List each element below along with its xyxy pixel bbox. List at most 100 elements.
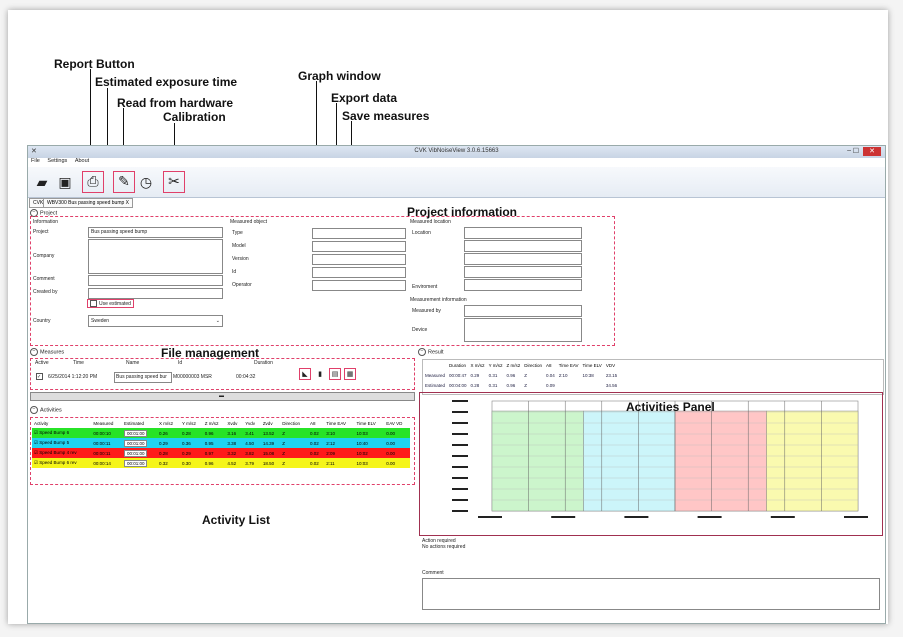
result-cell: 0.09 bbox=[546, 382, 555, 388]
result-cell: Z bbox=[524, 372, 527, 378]
activity-band bbox=[583, 410, 676, 512]
y-tick-label bbox=[452, 466, 468, 468]
result-comment-label: Comment bbox=[422, 570, 444, 576]
result-header-row: Duration X m/s2 Y m/s2 Z m/s2 Direction A8 Tim… bbox=[423, 360, 619, 370]
printer-icon[interactable]: ⎙ bbox=[82, 171, 104, 193]
result-col-1: X m/s2 bbox=[470, 362, 485, 368]
read-hardware-icon[interactable]: ✎ bbox=[113, 171, 135, 193]
stopwatch-icon[interactable]: ◷ bbox=[137, 173, 155, 191]
result-section-header[interactable]: − Result bbox=[418, 348, 444, 356]
callout-read-hardware: Read from hardware bbox=[117, 96, 234, 110]
result-cell: 0.96 bbox=[506, 382, 516, 388]
title-bar: ✕ CVK VibNoiseView 3.0.6.15663 – ☐ ✕ bbox=[28, 146, 885, 158]
result-cell: 0.28 bbox=[470, 382, 480, 388]
result-cell: 2:10 bbox=[558, 372, 568, 378]
callout-file-management: File management bbox=[161, 346, 260, 360]
file-management-highlight bbox=[30, 358, 415, 390]
splitter-arrow-icon[interactable]: ▬ bbox=[219, 393, 224, 399]
result-cell: 0.29 bbox=[470, 372, 480, 378]
result-row: Estimated 00:04:00 0.28 0.31 0.96 Z 0.09 34.56 bbox=[423, 380, 619, 390]
result-cell: 0.31 bbox=[488, 372, 498, 378]
activities-section-header[interactable]: − Activities bbox=[30, 406, 62, 414]
menu-bar: File Settings About bbox=[28, 158, 92, 167]
y-tick-label bbox=[452, 510, 468, 512]
activity-band bbox=[674, 410, 767, 512]
result-cell: 10:38 bbox=[582, 372, 594, 378]
result-comment-field[interactable] bbox=[422, 578, 880, 610]
y-tick-label bbox=[452, 477, 468, 479]
collapse-icon[interactable]: − bbox=[418, 348, 426, 356]
result-col-2: Y m/s2 bbox=[488, 362, 503, 368]
save-icon[interactable]: ▣ bbox=[56, 173, 74, 191]
result-cell: 0.96 bbox=[506, 372, 516, 378]
result-col-6: Time EAV bbox=[558, 362, 579, 368]
x-tick-label bbox=[697, 516, 722, 518]
close-button[interactable]: ✕ bbox=[863, 147, 881, 156]
result-col-7: Time ELV bbox=[582, 362, 602, 368]
result-cell: Z bbox=[524, 382, 527, 388]
calibration-tools-icon[interactable]: ✂ bbox=[163, 171, 185, 193]
result-row-label: Estimated bbox=[425, 382, 446, 388]
menu-settings[interactable]: Settings bbox=[47, 158, 67, 164]
activities-header-label: Activities bbox=[40, 407, 62, 414]
activities-chart bbox=[452, 400, 868, 518]
y-tick-label bbox=[452, 400, 468, 402]
open-folder-icon[interactable]: ▰ bbox=[33, 173, 51, 191]
y-tick-label bbox=[452, 411, 468, 413]
collapse-icon[interactable]: − bbox=[30, 348, 38, 356]
x-tick-label bbox=[770, 516, 795, 518]
tab-wbv300[interactable]: WBV300 Bus passing speed bump X bbox=[43, 198, 133, 208]
menu-about[interactable]: About bbox=[75, 158, 89, 164]
y-tick-label bbox=[452, 422, 468, 424]
callout-report-button: Report Button bbox=[54, 57, 135, 71]
result-corner-cell bbox=[423, 360, 447, 370]
callout-project-info: Project information bbox=[407, 205, 518, 219]
result-col-4: Direction bbox=[524, 362, 543, 368]
result-cell bbox=[581, 380, 604, 390]
measures-header-label: Measures bbox=[40, 349, 65, 356]
y-tick-label bbox=[452, 455, 468, 457]
x-tick-label bbox=[478, 516, 502, 518]
y-tick-label bbox=[452, 444, 468, 446]
result-cell: 23.15 bbox=[605, 372, 618, 378]
result-row-label: Measured bbox=[425, 372, 446, 378]
x-tick-label bbox=[624, 516, 649, 518]
result-row: Measured 00:00:47 0.29 0.31 0.96 Z 0.04 2:10 10:… bbox=[423, 370, 619, 380]
maximize-icon[interactable]: ☐ bbox=[853, 147, 859, 155]
y-tick-label bbox=[452, 488, 468, 490]
window-title: CVK VibNoiseView 3.0.6.15663 bbox=[414, 148, 499, 154]
measures-section-header[interactable]: − Measures bbox=[30, 348, 64, 356]
result-col-8: VDV bbox=[605, 362, 616, 368]
callout-estimated-exposure: Estimated exposure time bbox=[95, 75, 238, 89]
callout-save-measures: Save measures bbox=[342, 109, 430, 123]
collapse-icon[interactable]: − bbox=[30, 406, 38, 414]
result-cell bbox=[557, 380, 581, 390]
result-col-5: A8 bbox=[546, 362, 552, 368]
y-tick-label bbox=[452, 499, 468, 501]
x-tick-label bbox=[551, 516, 576, 518]
project-info-highlight bbox=[30, 216, 615, 346]
result-grid: Duration X m/s2 Y m/s2 Z m/s2 Direction A8 Tim… bbox=[423, 360, 619, 390]
minimize-icon[interactable]: – bbox=[847, 147, 851, 154]
menu-file[interactable]: File bbox=[31, 158, 40, 164]
result-header-label: Result bbox=[428, 349, 444, 356]
result-cell: 0.31 bbox=[488, 382, 498, 388]
y-tick-label bbox=[452, 433, 468, 435]
activity-band bbox=[766, 410, 859, 512]
callout-activity-list: Activity List bbox=[202, 513, 271, 527]
callout-graph-window: Graph window bbox=[298, 69, 381, 83]
result-col-3: Z m/s2 bbox=[506, 362, 521, 368]
result-cell: 00:04:00 bbox=[449, 382, 467, 388]
splitter-bar[interactable]: ▬ bbox=[30, 392, 415, 401]
result-cell: 00:00:47 bbox=[449, 372, 467, 378]
toolbar: ▰ ▣ ⎙ ✎ ◷ ✂ bbox=[28, 167, 885, 198]
callout-calibration: Calibration bbox=[163, 110, 226, 124]
activity-band bbox=[491, 410, 584, 512]
callout-export-data: Export data bbox=[331, 91, 398, 105]
result-col-0: Duration bbox=[449, 362, 467, 368]
result-cell: 34.56 bbox=[605, 382, 618, 388]
x-tick-label bbox=[844, 516, 868, 518]
callout-activities-panel: Activities Panel bbox=[626, 400, 715, 414]
action-required-value: No actions required bbox=[422, 544, 466, 550]
result-cell: 0.04 bbox=[546, 372, 555, 378]
